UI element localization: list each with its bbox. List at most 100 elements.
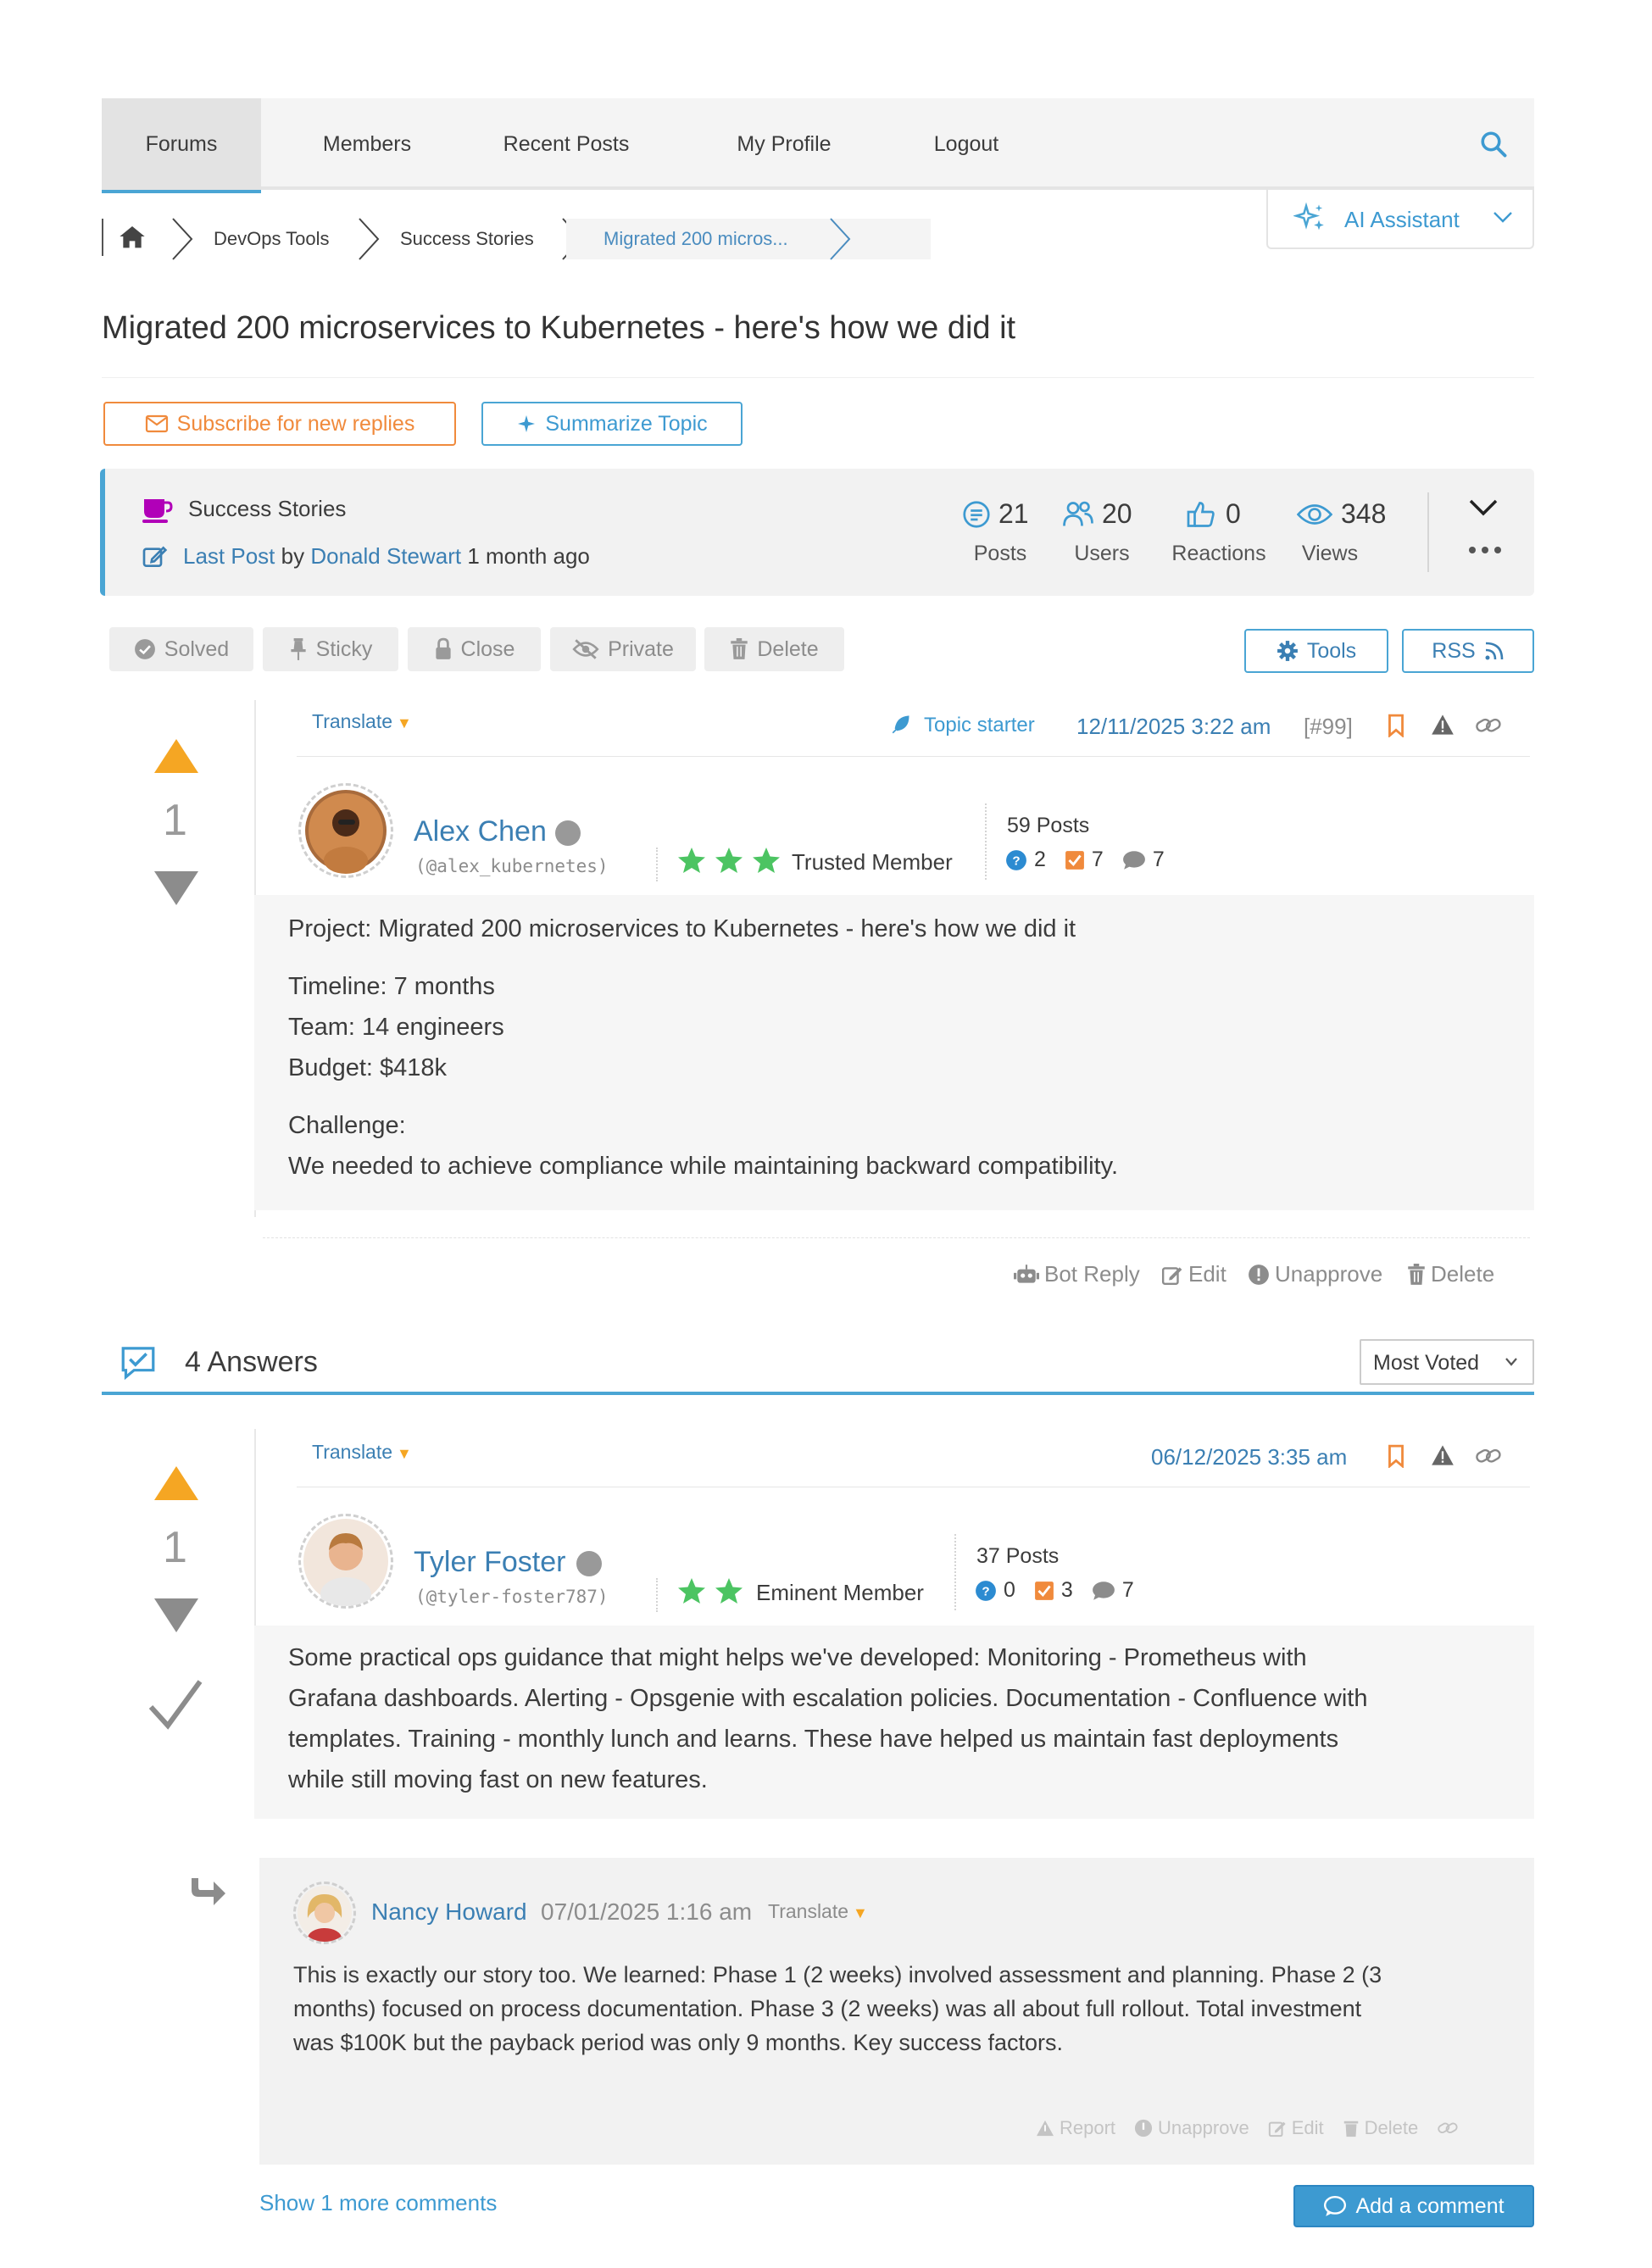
chevron-right-icon [827, 215, 853, 263]
unapprove-button[interactable]: Unapprove [1134, 2117, 1249, 2139]
comments-count: 7 [1152, 848, 1165, 871]
bot-reply-button[interactable]: Bot Reply [1014, 1261, 1140, 1287]
delete-button[interactable]: Delete [1407, 1261, 1494, 1287]
exclamation-icon [1248, 1264, 1270, 1286]
nav-tab-members[interactable]: Members [278, 98, 456, 190]
unapprove-button[interactable]: Unapprove [1248, 1261, 1382, 1287]
comment-actions: Report Unapprove Edit Delete [1036, 2117, 1459, 2139]
top-navigation: Forums Members Recent Posts My Profile L… [102, 98, 1534, 193]
tools-button[interactable]: Tools [1244, 629, 1388, 673]
downvote-icon[interactable] [153, 868, 200, 909]
content-line: Project: Migrated 200 microservices to K… [288, 915, 1076, 942]
delete-label: Delete [1431, 1261, 1495, 1287]
nav-tab-my-profile[interactable]: My Profile [695, 98, 873, 190]
post-count: 59 Posts [1007, 814, 1090, 837]
topic-info-box: Success Stories Last Post by Donald Stew… [100, 469, 1534, 596]
nav-tab-logout[interactable]: Logout [890, 98, 1043, 190]
comment-author[interactable]: Nancy Howard [371, 1898, 527, 1926]
answers-count: 3 [1060, 1578, 1073, 1602]
post-date: 06/12/2025 3:35 am [1151, 1444, 1348, 1470]
nav-tab-forums[interactable]: Forums [102, 98, 261, 193]
views-icon [1297, 501, 1332, 528]
caret-down-icon: ▼ [392, 714, 412, 731]
comment-line: was $100K but the payback period was onl… [293, 2030, 1063, 2055]
last-post-link[interactable]: Last Post [183, 543, 275, 569]
downvote-icon[interactable] [153, 1595, 200, 1636]
bot-reply-label: Bot Reply [1044, 1261, 1140, 1287]
coffee-cup-icon [142, 496, 173, 525]
divider [263, 1237, 1530, 1238]
report-button[interactable]: Report [1036, 2117, 1115, 2139]
comment-line: months) focused on process documentation… [293, 1996, 1362, 2021]
stats-divider [1427, 492, 1429, 572]
report-label: Report [1060, 2117, 1116, 2138]
add-comment-button[interactable]: Add a comment [1293, 2185, 1534, 2227]
chevron-down-icon[interactable] [1468, 498, 1499, 518]
check-circle-icon [134, 638, 156, 660]
chevron-right-icon [170, 215, 195, 263]
private-button[interactable]: Private [550, 627, 696, 671]
upvote-icon[interactable] [153, 736, 200, 776]
show-more-comments-link[interactable]: Show 1 more comments [259, 2190, 497, 2216]
delete-button[interactable]: Delete [1343, 2117, 1419, 2139]
divider [954, 1534, 956, 1610]
upvote-icon[interactable] [153, 1463, 200, 1504]
edit-button[interactable]: Edit [1161, 1261, 1226, 1287]
translate-link[interactable]: Translate ▼ [768, 1900, 868, 1923]
avatar[interactable] [298, 1514, 393, 1609]
subscribe-button[interactable]: Subscribe for new replies [103, 402, 456, 446]
last-post-author[interactable]: Donald Stewart [310, 543, 461, 569]
breadcrumb-success-stories[interactable]: Success Stories [400, 228, 534, 250]
solved-button[interactable]: Solved [109, 627, 253, 671]
author-name[interactable]: Alex Chen [414, 815, 547, 848]
bookmark-icon[interactable] [1387, 1444, 1405, 1468]
delete-label: Delete [1364, 2117, 1419, 2138]
translate-link[interactable]: Translate ▼ [312, 1441, 412, 1464]
content-line: Budget: $418k [288, 1054, 448, 1081]
post-count: 37 Posts [976, 1544, 1060, 1568]
pin-icon [289, 637, 308, 661]
accepted-answer-checkmark-icon[interactable] [147, 1678, 203, 1731]
link-icon[interactable] [1437, 2119, 1459, 2137]
status-dot [576, 1551, 602, 1576]
ai-assistant-dropdown[interactable]: AI Assistant [1266, 190, 1534, 249]
more-options-icon[interactable] [1468, 545, 1502, 555]
topic-starter-label: Topic starter [924, 714, 1035, 737]
edit-button[interactable]: Edit [1268, 2117, 1324, 2139]
translate-link[interactable]: Translate ▼ [312, 710, 412, 733]
breadcrumb-devops-tools[interactable]: DevOps Tools [214, 228, 330, 250]
bookmark-icon[interactable] [1387, 714, 1405, 737]
posts-label: Posts [973, 542, 1027, 565]
delete-topic-button[interactable]: Delete [704, 627, 844, 671]
caret-down-icon: ▼ [848, 1904, 868, 1921]
close-label: Close [460, 636, 515, 661]
search-icon[interactable] [1478, 129, 1509, 159]
comment-line: This is exactly our story too. We learne… [293, 1962, 1382, 1987]
link-icon[interactable] [1475, 1444, 1502, 1468]
edit-icon [1161, 1264, 1183, 1286]
avatar[interactable] [293, 1882, 356, 1944]
avatar[interactable] [298, 783, 393, 878]
rank-label: Eminent Member [756, 1580, 924, 1605]
last-post-time: 1 month ago [467, 543, 590, 569]
rss-button[interactable]: RSS [1402, 629, 1534, 673]
link-icon[interactable] [1475, 714, 1502, 737]
author-name[interactable]: Tyler Foster [414, 1546, 565, 1579]
close-button[interactable]: Close [408, 627, 541, 671]
forum-name[interactable]: Success Stories [188, 496, 346, 522]
content-line: Team: 14 engineers [288, 1014, 504, 1041]
summarize-topic-button[interactable]: Summarize Topic [481, 402, 743, 446]
report-icon[interactable] [1431, 1444, 1455, 1466]
divider [656, 1578, 658, 1612]
home-icon[interactable] [119, 224, 146, 249]
last-post-line: Last Post by Donald Stewart 1 month ago [183, 543, 590, 570]
report-icon[interactable] [1431, 714, 1455, 736]
breadcrumb: DevOps Tools Success Stories Migrated 20… [102, 215, 931, 263]
answer-badge-icon [1065, 850, 1085, 870]
nav-tab-recent-posts[interactable]: Recent Posts [464, 98, 668, 190]
post-content: Project: Migrated 200 microservices to K… [254, 895, 1534, 1210]
sort-select[interactable]: Most Voted [1360, 1339, 1534, 1385]
sticky-button[interactable]: Sticky [263, 627, 398, 671]
breadcrumb-divider [102, 219, 103, 256]
answers-count: 7 [1091, 848, 1104, 871]
